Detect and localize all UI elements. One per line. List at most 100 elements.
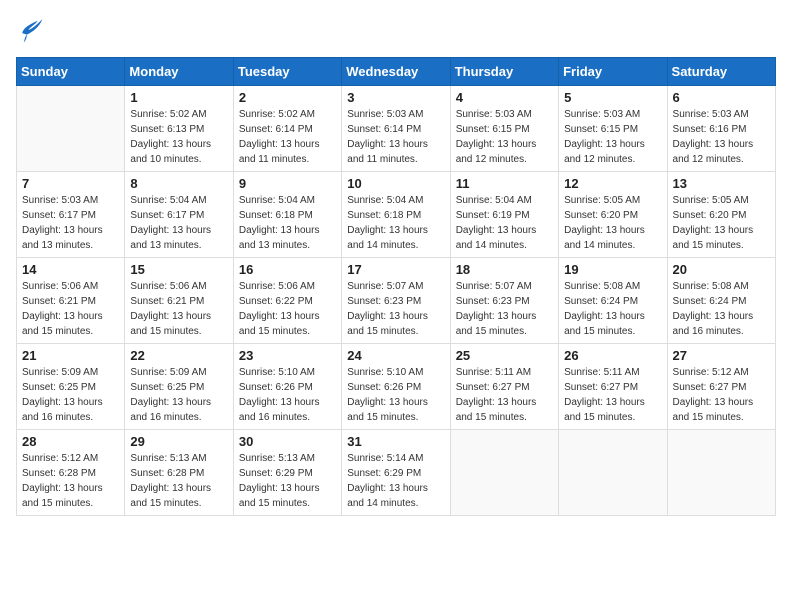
day-info: Sunrise: 5:02 AMSunset: 6:13 PMDaylight:…: [130, 107, 227, 167]
col-header-wednesday: Wednesday: [342, 58, 450, 86]
day-number: 11: [456, 176, 553, 191]
day-number: 19: [564, 262, 661, 277]
day-number: 16: [239, 262, 336, 277]
calendar-cell: 4 Sunrise: 5:03 AMSunset: 6:15 PMDaylight…: [450, 86, 558, 172]
calendar-cell: 28 Sunrise: 5:12 AMSunset: 6:28 PMDayligh…: [17, 430, 125, 516]
day-number: 4: [456, 90, 553, 105]
calendar-cell: 25 Sunrise: 5:11 AMSunset: 6:27 PMDayligh…: [450, 344, 558, 430]
day-info: Sunrise: 5:13 AMSunset: 6:28 PMDaylight:…: [130, 451, 227, 511]
day-number: 22: [130, 348, 227, 363]
day-info: Sunrise: 5:09 AMSunset: 6:25 PMDaylight:…: [130, 365, 227, 425]
calendar-cell: 3 Sunrise: 5:03 AMSunset: 6:14 PMDaylight…: [342, 86, 450, 172]
day-number: 23: [239, 348, 336, 363]
day-info: Sunrise: 5:13 AMSunset: 6:29 PMDaylight:…: [239, 451, 336, 511]
col-header-friday: Friday: [559, 58, 667, 86]
calendar-cell: 7 Sunrise: 5:03 AMSunset: 6:17 PMDaylight…: [17, 172, 125, 258]
day-number: 8: [130, 176, 227, 191]
day-number: 3: [347, 90, 444, 105]
day-number: 17: [347, 262, 444, 277]
day-number: 2: [239, 90, 336, 105]
calendar-cell: 1 Sunrise: 5:02 AMSunset: 6:13 PMDaylight…: [125, 86, 233, 172]
calendar-cell: 19 Sunrise: 5:08 AMSunset: 6:24 PMDayligh…: [559, 258, 667, 344]
day-info: Sunrise: 5:02 AMSunset: 6:14 PMDaylight:…: [239, 107, 336, 167]
day-info: Sunrise: 5:11 AMSunset: 6:27 PMDaylight:…: [456, 365, 553, 425]
day-number: 1: [130, 90, 227, 105]
day-info: Sunrise: 5:04 AMSunset: 6:17 PMDaylight:…: [130, 193, 227, 253]
calendar-cell: 8 Sunrise: 5:04 AMSunset: 6:17 PMDaylight…: [125, 172, 233, 258]
day-info: Sunrise: 5:05 AMSunset: 6:20 PMDaylight:…: [564, 193, 661, 253]
calendar-cell: 29 Sunrise: 5:13 AMSunset: 6:28 PMDayligh…: [125, 430, 233, 516]
day-info: Sunrise: 5:03 AMSunset: 6:16 PMDaylight:…: [673, 107, 770, 167]
week-row-1: 1 Sunrise: 5:02 AMSunset: 6:13 PMDaylight…: [17, 86, 776, 172]
day-info: Sunrise: 5:06 AMSunset: 6:22 PMDaylight:…: [239, 279, 336, 339]
day-number: 12: [564, 176, 661, 191]
col-header-tuesday: Tuesday: [233, 58, 341, 86]
day-info: Sunrise: 5:04 AMSunset: 6:19 PMDaylight:…: [456, 193, 553, 253]
week-row-2: 7 Sunrise: 5:03 AMSunset: 6:17 PMDaylight…: [17, 172, 776, 258]
calendar-cell: 16 Sunrise: 5:06 AMSunset: 6:22 PMDayligh…: [233, 258, 341, 344]
calendar-cell: 20Sunrise: 5:08 AMSunset: 6:24 PMDayligh…: [667, 258, 775, 344]
calendar-cell: [667, 430, 775, 516]
day-number: 13: [673, 176, 770, 191]
col-header-saturday: Saturday: [667, 58, 775, 86]
calendar-cell: [17, 86, 125, 172]
day-info: Sunrise: 5:12 AMSunset: 6:28 PMDaylight:…: [22, 451, 119, 511]
calendar-cell: 14Sunrise: 5:06 AMSunset: 6:21 PMDayligh…: [17, 258, 125, 344]
calendar-cell: 18Sunrise: 5:07 AMSunset: 6:23 PMDayligh…: [450, 258, 558, 344]
calendar-cell: 11 Sunrise: 5:04 AMSunset: 6:19 PMDayligh…: [450, 172, 558, 258]
day-info: Sunrise: 5:03 AMSunset: 6:15 PMDaylight:…: [456, 107, 553, 167]
week-row-3: 14Sunrise: 5:06 AMSunset: 6:21 PMDayligh…: [17, 258, 776, 344]
day-number: 27: [673, 348, 770, 363]
day-info: Sunrise: 5:03 AMSunset: 6:17 PMDaylight:…: [22, 193, 119, 253]
day-info: Sunrise: 5:04 AMSunset: 6:18 PMDaylight:…: [239, 193, 336, 253]
calendar-cell: 12 Sunrise: 5:05 AMSunset: 6:20 PMDayligh…: [559, 172, 667, 258]
week-row-4: 21 Sunrise: 5:09 AMSunset: 6:25 PMDayligh…: [17, 344, 776, 430]
day-info: Sunrise: 5:08 AMSunset: 6:24 PMDaylight:…: [564, 279, 661, 339]
logo: [16, 16, 48, 49]
day-info: Sunrise: 5:07 AMSunset: 6:23 PMDaylight:…: [347, 279, 444, 339]
calendar-table: SundayMondayTuesdayWednesdayThursdayFrid…: [16, 57, 776, 516]
day-number: 18: [456, 262, 553, 277]
calendar-cell: 13 Sunrise: 5:05 AMSunset: 6:20 PMDayligh…: [667, 172, 775, 258]
day-number: 9: [239, 176, 336, 191]
day-number: 28: [22, 434, 119, 449]
calendar-cell: [559, 430, 667, 516]
col-header-monday: Monday: [125, 58, 233, 86]
calendar-cell: 9 Sunrise: 5:04 AMSunset: 6:18 PMDaylight…: [233, 172, 341, 258]
day-info: Sunrise: 5:04 AMSunset: 6:18 PMDaylight:…: [347, 193, 444, 253]
day-number: 31: [347, 434, 444, 449]
calendar-cell: 24Sunrise: 5:10 AMSunset: 6:26 PMDayligh…: [342, 344, 450, 430]
day-number: 5: [564, 90, 661, 105]
day-number: 15: [130, 262, 227, 277]
calendar-cell: 30 Sunrise: 5:13 AMSunset: 6:29 PMDayligh…: [233, 430, 341, 516]
day-info: Sunrise: 5:10 AMSunset: 6:26 PMDaylight:…: [239, 365, 336, 425]
day-info: Sunrise: 5:03 AMSunset: 6:14 PMDaylight:…: [347, 107, 444, 167]
day-number: 10: [347, 176, 444, 191]
calendar-cell: 17 Sunrise: 5:07 AMSunset: 6:23 PMDayligh…: [342, 258, 450, 344]
col-header-thursday: Thursday: [450, 58, 558, 86]
calendar-cell: 6 Sunrise: 5:03 AMSunset: 6:16 PMDaylight…: [667, 86, 775, 172]
day-info: Sunrise: 5:10 AMSunset: 6:26 PMDaylight:…: [347, 365, 444, 425]
calendar-cell: 15Sunrise: 5:06 AMSunset: 6:21 PMDayligh…: [125, 258, 233, 344]
day-number: 7: [22, 176, 119, 191]
calendar-cell: 31 Sunrise: 5:14 AMSunset: 6:29 PMDayligh…: [342, 430, 450, 516]
day-info: Sunrise: 5:08 AMSunset: 6:24 PMDaylight:…: [673, 279, 770, 339]
day-number: 6: [673, 90, 770, 105]
calendar-cell: [450, 430, 558, 516]
day-info: Sunrise: 5:14 AMSunset: 6:29 PMDaylight:…: [347, 451, 444, 511]
day-info: Sunrise: 5:05 AMSunset: 6:20 PMDaylight:…: [673, 193, 770, 253]
day-info: Sunrise: 5:12 AMSunset: 6:27 PMDaylight:…: [673, 365, 770, 425]
day-number: 21: [22, 348, 119, 363]
day-info: Sunrise: 5:09 AMSunset: 6:25 PMDaylight:…: [22, 365, 119, 425]
calendar-header-row: SundayMondayTuesdayWednesdayThursdayFrid…: [17, 58, 776, 86]
calendar-cell: 21 Sunrise: 5:09 AMSunset: 6:25 PMDayligh…: [17, 344, 125, 430]
day-number: 30: [239, 434, 336, 449]
logo-bird-icon: [16, 16, 44, 49]
week-row-5: 28 Sunrise: 5:12 AMSunset: 6:28 PMDayligh…: [17, 430, 776, 516]
day-number: 29: [130, 434, 227, 449]
day-number: 25: [456, 348, 553, 363]
calendar-cell: 26Sunrise: 5:11 AMSunset: 6:27 PMDayligh…: [559, 344, 667, 430]
page-header: [16, 16, 776, 49]
calendar-cell: 27 Sunrise: 5:12 AMSunset: 6:27 PMDayligh…: [667, 344, 775, 430]
day-number: 26: [564, 348, 661, 363]
